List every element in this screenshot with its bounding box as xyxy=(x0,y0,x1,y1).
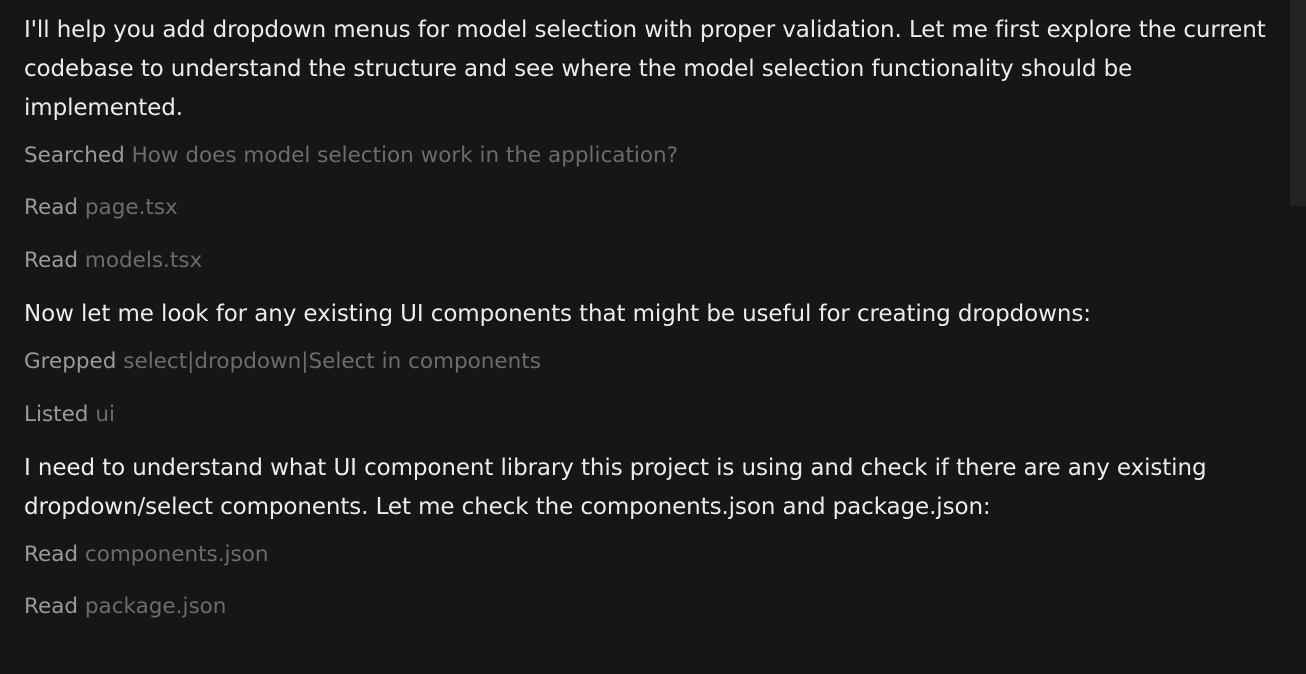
tool-verb: Listed xyxy=(24,402,89,427)
tool-argument: ui xyxy=(95,402,115,427)
tool-call-read[interactable]: Read package.json xyxy=(24,592,1286,622)
tool-call-list[interactable]: Listed ui xyxy=(24,400,1286,430)
tool-argument: package.json xyxy=(84,594,227,619)
tool-call-grep[interactable]: Grepped select|dropdown|Select in compon… xyxy=(24,347,1286,377)
chat-transcript: I'll help you add dropdown menus for mod… xyxy=(24,11,1286,622)
tool-verb: Read xyxy=(24,248,79,273)
assistant-message: I'll help you add dropdown menus for mod… xyxy=(24,17,1266,121)
tool-call-read[interactable]: Read components.json xyxy=(24,540,1286,570)
tool-argument: page.tsx xyxy=(84,195,178,220)
scrollbar-thumb[interactable] xyxy=(1290,0,1306,206)
tool-call-read[interactable]: Read models.tsx xyxy=(24,246,1286,276)
tool-verb: Grepped xyxy=(24,349,117,374)
assistant-message: I need to understand what UI component l… xyxy=(24,455,1207,520)
tool-argument: select|dropdown|Select in components xyxy=(123,349,541,374)
tool-verb: Read xyxy=(24,594,79,619)
tool-argument: How does model selection work in the app… xyxy=(131,143,679,168)
tool-verb: Read xyxy=(24,542,79,567)
assistant-message: Now let me look for any existing UI comp… xyxy=(24,301,1091,327)
tool-argument: components.json xyxy=(84,542,269,567)
tool-verb: Read xyxy=(24,195,79,220)
tool-verb: Searched xyxy=(24,143,125,168)
tool-call-read[interactable]: Read page.tsx xyxy=(24,193,1286,223)
tool-argument: models.tsx xyxy=(84,248,203,273)
tool-call-search[interactable]: Searched How does model selection work i… xyxy=(24,141,1286,171)
